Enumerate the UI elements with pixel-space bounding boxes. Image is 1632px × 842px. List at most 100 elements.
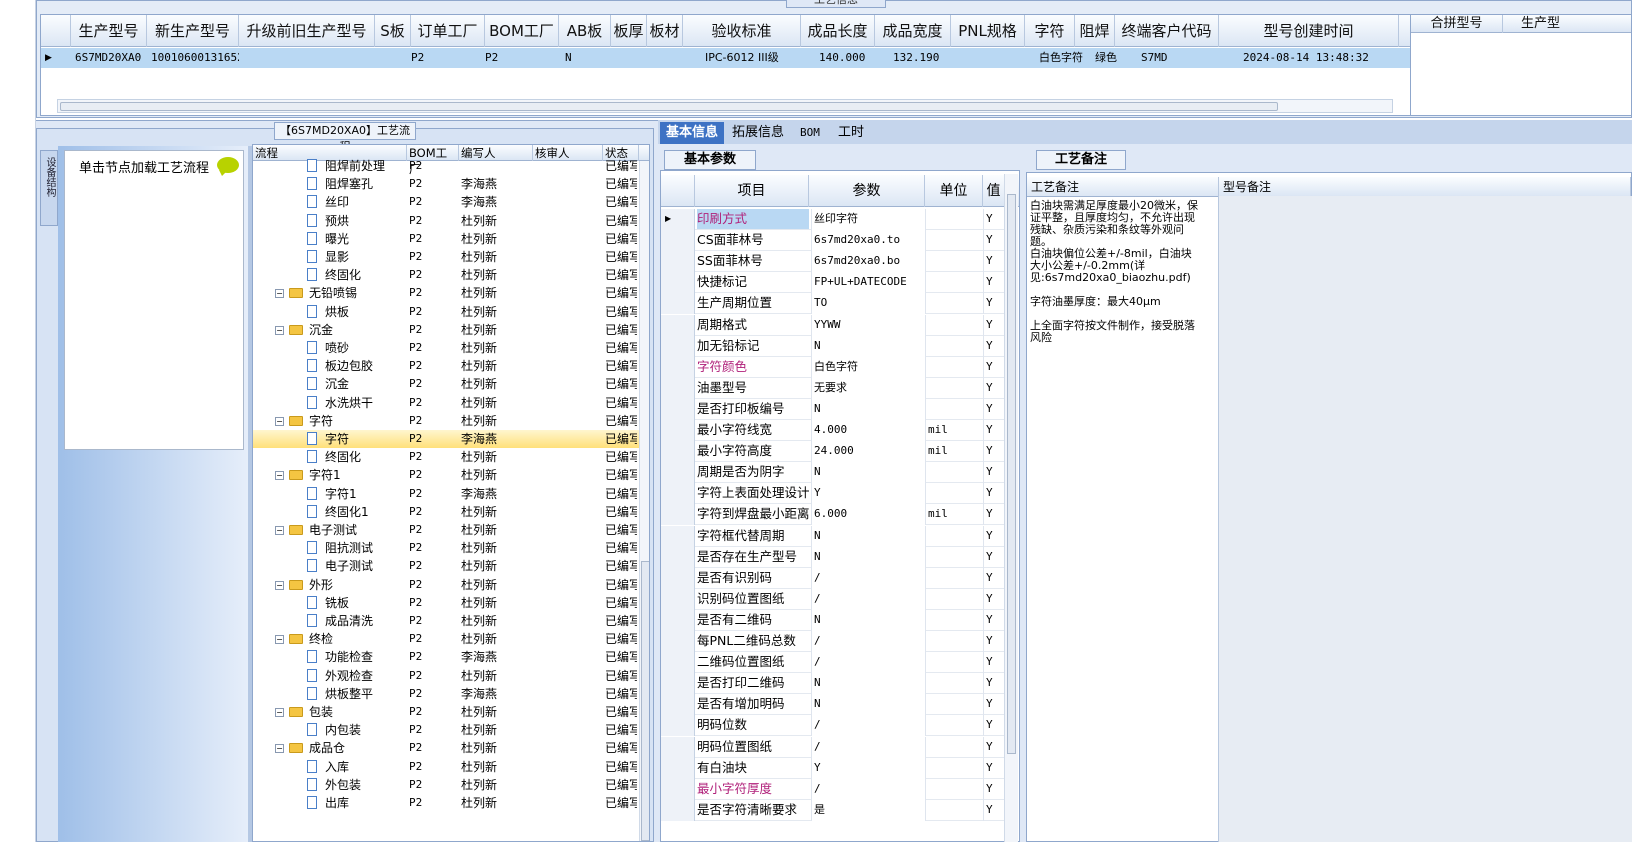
param-row[interactable]: 快捷标记 FP+UL+DATECODE Y <box>661 272 1005 294</box>
param-value[interactable]: N <box>811 525 925 547</box>
tab-basic-params[interactable]: 基本参数 <box>664 150 756 170</box>
param-row[interactable]: 字符上表面处理设计 Y Y <box>661 483 1005 505</box>
col-model-notes[interactable]: 型号备注 <box>1219 177 1631 197</box>
collapse-icon[interactable]: − <box>275 708 284 717</box>
param-value[interactable]: / <box>811 567 925 589</box>
param-value[interactable]: 6s7md20xa0.bo <box>811 251 925 273</box>
param-value[interactable]: N <box>811 546 925 568</box>
param-row[interactable]: 有白油块 Y Y <box>661 757 1005 779</box>
cell-ab-board[interactable]: N <box>561 48 601 68</box>
column-header[interactable]: PNL规格 <box>951 15 1025 47</box>
tree-row[interactable]: − 字符 P2 杜列新 已编写 <box>253 412 639 430</box>
column-header[interactable]: 字符 <box>1025 15 1075 47</box>
param-row[interactable]: 生产周期位置 TO Y <box>661 293 1005 315</box>
tree-row[interactable]: 功能检查 P2 李海燕 已编写 <box>253 648 639 666</box>
collapse-icon[interactable]: − <box>275 416 284 426</box>
row-gutter[interactable] <box>661 673 695 695</box>
column-header[interactable]: 型号创建时间 <box>1219 15 1399 47</box>
param-row[interactable]: 是否打印板编号 N Y <box>661 398 1005 420</box>
param-row[interactable]: 明码位数 / Y <box>661 715 1005 737</box>
col-item[interactable]: 项目 <box>695 175 809 207</box>
column-header[interactable]: 板材 <box>647 15 683 47</box>
row-gutter[interactable] <box>661 335 695 357</box>
column-header[interactable]: BOM工厂 <box>485 15 559 47</box>
collapse-icon[interactable]: − <box>275 325 284 335</box>
cell-model[interactable]: 6S7MD20XA0 <box>71 48 147 68</box>
param-row[interactable]: 油墨型号 无要求 Y <box>661 377 1005 399</box>
tree-row[interactable]: − 终检 P2 杜列新 已编写 <box>253 630 639 648</box>
column-header[interactable]: 验收标准 <box>683 15 801 47</box>
param-row[interactable]: 是否有增加明码 N Y <box>661 694 1005 716</box>
tree-row[interactable]: 显影 P2 杜列新 已编写 <box>253 248 639 266</box>
param-value[interactable]: N <box>811 335 925 357</box>
row-gutter[interactable] <box>661 736 695 758</box>
tab-work-hours[interactable]: 工时 <box>832 122 870 144</box>
column-header[interactable]: 板厚 <box>611 15 647 47</box>
row-gutter[interactable] <box>661 356 695 378</box>
row-gutter[interactable] <box>661 567 695 589</box>
param-row[interactable]: 每PNL二维码总数 / Y <box>661 631 1005 653</box>
tree-row[interactable]: 铣板 P2 杜列新 已编写 <box>253 594 639 612</box>
param-row[interactable]: 周期是否为阴字 N Y <box>661 462 1005 484</box>
param-row[interactable]: SS面菲林号 6s7md20xa0.bo Y <box>661 251 1005 273</box>
tree-row[interactable]: 终固化 P2 杜列新 已编写 <box>253 448 639 466</box>
tree-row[interactable]: 沉金 P2 杜列新 已编写 <box>253 375 639 393</box>
cell-bom-factory[interactable]: P2 <box>481 48 551 68</box>
tree-row[interactable]: 字符1 P2 李海燕 已编写 <box>253 485 639 503</box>
param-value[interactable]: / <box>811 588 925 610</box>
param-value[interactable]: 4.000 <box>811 420 925 441</box>
param-row[interactable]: ▶ 印刷方式 丝印字符 Y <box>661 209 1005 231</box>
tree-row[interactable]: − 包装 P2 杜列新 已编写 <box>253 703 639 721</box>
param-row[interactable]: 最小字符高度 24.000 mil Y <box>661 441 1005 463</box>
scroll-thumb[interactable] <box>1007 194 1016 754</box>
column-header[interactable]: AB板 <box>559 15 611 47</box>
column-header[interactable]: 订单工厂 <box>411 15 485 47</box>
row-gutter[interactable] <box>661 588 695 610</box>
collapse-icon[interactable]: − <box>275 580 284 590</box>
scroll-thumb[interactable] <box>60 102 1278 111</box>
param-value[interactable]: 6.000 <box>811 504 925 526</box>
param-value[interactable]: / <box>811 652 925 674</box>
param-row[interactable]: 二维码位置图纸 / Y <box>661 652 1005 674</box>
tree-row[interactable]: 烘板 P2 杜列新 已编写 <box>253 303 639 321</box>
horizontal-scrollbar[interactable] <box>57 99 1393 113</box>
param-value[interactable]: N <box>811 462 925 484</box>
row-gutter[interactable] <box>661 462 695 484</box>
vertical-scrollbar[interactable] <box>1004 174 1018 842</box>
param-row[interactable]: 加无铅标记 N Y <box>661 335 1005 357</box>
param-value[interactable]: 24.000 <box>811 441 925 463</box>
tab-process-notes[interactable]: 工艺备注 <box>1036 150 1126 170</box>
tree-row[interactable]: − 无铅喷锡 P2 杜列新 已编写 <box>253 284 639 302</box>
cell-solder-mask[interactable]: 绿色 <box>1091 48 1131 68</box>
param-row[interactable]: 识别码位置图纸 / Y <box>661 588 1005 610</box>
tree-row[interactable]: 终固化 P2 杜列新 已编写 <box>253 266 639 284</box>
col-unit[interactable]: 单位 <box>925 175 983 207</box>
param-value[interactable]: N <box>811 609 925 631</box>
param-value[interactable]: / <box>811 778 925 800</box>
param-value[interactable]: 无要求 <box>811 377 925 399</box>
param-row[interactable]: 是否字符清晰要求是 Y <box>661 799 1005 821</box>
col-value[interactable]: 值 <box>983 175 1005 207</box>
row-gutter[interactable] <box>661 420 695 441</box>
row-gutter[interactable] <box>661 293 695 315</box>
column-header[interactable]: 终端客户代码 <box>1115 15 1219 47</box>
cell-new-model[interactable]: 10010600131652 <box>147 48 239 68</box>
param-value[interactable]: YYWW <box>811 314 925 336</box>
tree-row[interactable]: 水洗烘干 P2 杜列新 已编写 <box>253 394 639 412</box>
tree-row[interactable]: − 沉金 P2 杜列新 已编写 <box>253 321 639 339</box>
row-gutter[interactable] <box>661 504 695 526</box>
row-gutter[interactable] <box>661 441 695 463</box>
tree-row[interactable]: 内包装 P2 杜列新 已编写 <box>253 721 639 739</box>
row-gutter[interactable] <box>661 694 695 716</box>
collapse-icon[interactable]: − <box>275 526 284 535</box>
tree-row[interactable]: 终固化1 P2 杜列新 已编写 <box>253 503 639 521</box>
column-header[interactable]: 成品宽度 <box>875 15 951 47</box>
collapse-icon[interactable]: − <box>275 289 284 299</box>
cell-length[interactable]: 140.000 <box>815 48 889 68</box>
tree-row[interactable]: 烘板整平 P2 李海燕 已编写 <box>253 685 639 703</box>
row-gutter[interactable] <box>661 778 695 800</box>
param-value[interactable]: N <box>811 398 925 420</box>
param-row[interactable]: 是否有二维码 N Y <box>661 609 1005 631</box>
tree-row[interactable]: 阻焊前处理 P2 已编写 <box>253 157 639 175</box>
col-merge-model[interactable]: 合拼型号 <box>1411 15 1503 33</box>
